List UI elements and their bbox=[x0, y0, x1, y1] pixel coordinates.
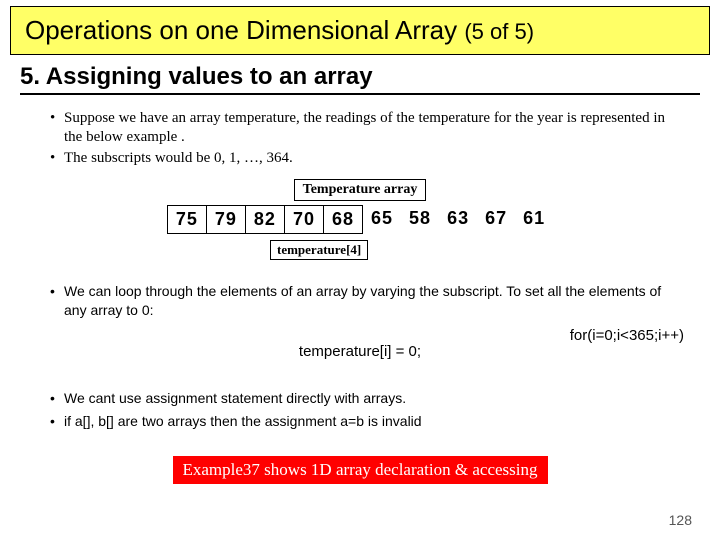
array-cell: 67 bbox=[477, 205, 515, 234]
array-cell: 75 bbox=[167, 205, 207, 234]
body-bullet-list: We can loop through the elements of an a… bbox=[50, 282, 684, 321]
array-cell: 70 bbox=[284, 205, 324, 234]
title-main: Operations on one Dimensional Array bbox=[25, 15, 464, 45]
body-bullet: if a[], b[] are two arrays then the assi… bbox=[50, 412, 684, 432]
intro-bullet-list: Suppose we have an array temperature, th… bbox=[50, 109, 684, 169]
array-caption: Temperature array bbox=[294, 179, 427, 201]
title-sub: (5 of 5) bbox=[464, 19, 534, 44]
intro-bullet: The subscripts would be 0, 1, …, 364. bbox=[50, 149, 684, 168]
array-cell: 82 bbox=[245, 205, 285, 234]
body-bullet: We cant use assignment statement directl… bbox=[50, 389, 684, 409]
body-bullet: We can loop through the elements of an a… bbox=[50, 282, 684, 321]
example-note: Example37 shows 1D array declaration & a… bbox=[173, 456, 548, 484]
array-cell: 61 bbox=[515, 205, 553, 234]
array-cell: 79 bbox=[206, 205, 246, 234]
array-block: Temperature array 75798270686558636761 t… bbox=[0, 179, 720, 260]
array-cell: 68 bbox=[323, 205, 363, 234]
slide-title-bar: Operations on one Dimensional Array (5 o… bbox=[10, 6, 710, 55]
array-cell: 63 bbox=[439, 205, 477, 234]
intro-bullet: Suppose we have an array temperature, th… bbox=[50, 109, 684, 147]
array-cell: 58 bbox=[401, 205, 439, 234]
array-index-label: temperature[4] bbox=[270, 240, 368, 260]
code-row: for(i=0;i<365;i++) temperature[i] = 0; bbox=[0, 327, 720, 367]
page-number: 128 bbox=[669, 512, 692, 528]
array-row: 75798270686558636761 bbox=[0, 205, 720, 234]
section-heading: 5. Assigning values to an array bbox=[20, 63, 700, 95]
array-cell: 65 bbox=[363, 205, 401, 234]
body-bullet-list-2: We cant use assignment statement directl… bbox=[50, 389, 684, 432]
invalid-assign-text: if a[], b[] are two arrays then the assi… bbox=[64, 412, 684, 432]
for-loop-code: for(i=0;i<365;i++) bbox=[570, 327, 684, 344]
